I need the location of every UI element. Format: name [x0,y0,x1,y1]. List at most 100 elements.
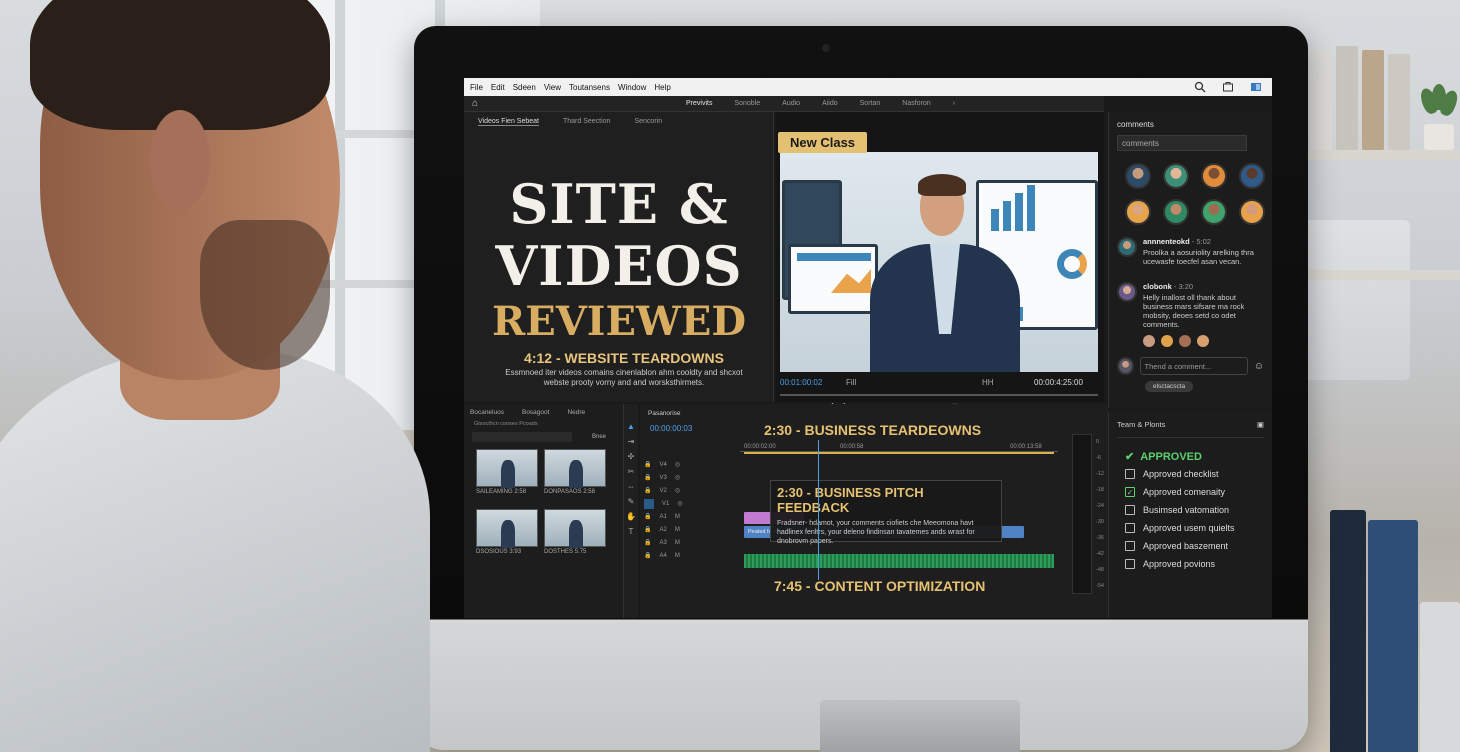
comment-item[interactable]: annnenteokd - 5:02 Proolka a aosuriolity… [1117,237,1264,266]
menu-file[interactable]: File [470,83,483,92]
workspace-tab[interactable]: Sonoble [734,100,760,107]
ripple-edit-icon[interactable]: ✣ [628,452,635,461]
sequence-timecode[interactable]: 00:00:00:03 [650,424,692,433]
project-tab[interactable]: Bocaneluos [470,409,504,416]
quality-dropdown[interactable]: HH [982,378,994,387]
workspace-icon[interactable] [1250,81,1262,93]
playback-scrubber[interactable] [780,394,1098,396]
workspace-tab[interactable]: Nasforon [902,100,930,107]
avatar[interactable] [1163,163,1189,189]
clip-thumbnail[interactable]: DSOSIOUS 3:93 [476,509,538,555]
comment-time: - 5:02 [1191,237,1211,246]
menu-view[interactable]: View [544,83,561,92]
editor-screen: File Edit Sdeen View Toutansens Window H… [464,78,1272,618]
approval-checkbox[interactable]: Approved povions [1125,559,1264,569]
approval-panel: Team & Plonts ▣ ✔ APPROVED Approved chec… [1108,412,1272,618]
workspace-toolbar: ⌂ Previvits Sonoble Audio Aiido Sortan N… [464,96,1104,112]
duration-timecode: 00:00:4:25:00 [1034,378,1083,387]
clip-thumbnail[interactable]: SAILEAMING 2:58 [476,449,538,495]
clip-thumbnail[interactable]: DOSTHES 5:75 [544,509,606,555]
home-icon[interactable]: ⌂ [464,98,486,109]
comment-input[interactable]: Thend a comment... [1139,357,1248,375]
comments-panel: comments comments annnenteokd - 5:02 Pro… [1108,112,1272,408]
selection-tool-icon[interactable]: ▲ [627,422,635,431]
menu-bar: File Edit Sdeen View Toutansens Window H… [464,78,1272,96]
slip-tool-icon[interactable]: ⇔ [627,482,635,491]
razor-tool-icon[interactable]: ✂ [628,467,635,476]
time-ruler[interactable]: 00:00:02:00 00:00:58 00:00:13:58 [740,444,1058,452]
promo-title-line1: SITE & [509,172,729,236]
avatar[interactable] [1201,163,1227,189]
menu-sequence[interactable]: Sdeen [513,83,536,92]
sequence-tab[interactable]: Pasanorise [648,410,681,417]
approval-checkbox[interactable]: Busimsed vatomation [1125,505,1264,515]
project-panel: Bocaneluos Bosagoot Nedre Gtsocthcn cons… [464,404,624,618]
audio-meter [1072,434,1092,594]
meter-scale: 0 -6 -12 -18 -24 -30 -36 -42 -48 -54 [1096,439,1104,589]
shelf [1305,150,1460,160]
avatar[interactable] [1125,199,1151,225]
avatar[interactable] [1163,199,1189,225]
chapter-marker[interactable]: 7:45 - CONTENT OPTIMIZATION [774,578,985,594]
feedback-marker-panel[interactable]: 2:30 - BUSINESS PITCH FEEDBACK Fradsner-… [770,480,1002,545]
workspace-tab[interactable]: Previvits [686,100,712,107]
work-area-bar[interactable] [744,452,1054,454]
project-tab[interactable]: Bosagoot [522,409,549,416]
source-tab[interactable]: Thard Seection [563,118,610,126]
workspace-tab[interactable]: Audio [782,100,800,107]
video-frame[interactable] [780,152,1098,372]
hand-tool-icon[interactable]: ✋ [626,512,636,521]
comment-text: Helly inallost oll thank about business … [1143,293,1245,329]
menu-transitions[interactable]: Toutansens [569,83,610,92]
project-tab[interactable]: Nedre [567,409,585,416]
comment-time: - 3:20 [1173,282,1194,291]
project-path: Gtsocthcn conses Pcoads [474,421,538,427]
list-view-button[interactable]: Bnee [592,434,606,440]
background-screen [1300,220,1410,380]
avatar[interactable] [1125,163,1151,189]
tag-chip[interactable]: elsctacscta [1145,381,1194,392]
menu-edit[interactable]: Edit [491,83,505,92]
avatar[interactable] [1239,163,1265,189]
track-select-icon[interactable]: ⇥ [628,437,635,446]
source-tab[interactable]: Videos Fien Sebeat [478,118,539,126]
menu-help[interactable]: Help [654,83,670,92]
reaction-avatars [1143,335,1264,347]
more-tabs-chevron-icon[interactable]: › [953,100,955,107]
menu-window[interactable]: Window [618,83,646,92]
approval-checkbox[interactable]: Approved checklist [1125,469,1264,479]
clip-thumbnail[interactable]: DONPASAOS 2:58 [544,449,606,495]
promo-title-line2: VIDEOS [495,234,743,298]
promo-description: Essmnoed iter videos comains cinenlablon… [505,368,743,387]
pen-tool-icon[interactable]: ✎ [628,497,635,506]
share-icon[interactable] [1222,81,1234,93]
type-tool-icon[interactable]: T [629,527,634,536]
panel-menu-icon[interactable]: ▣ [1257,420,1264,429]
audio-waveform[interactable] [744,554,1054,568]
book-stack [1330,510,1460,752]
comments-search-input[interactable]: comments [1117,135,1247,151]
emoji-icon[interactable]: ☺ [1254,361,1264,372]
track-headers: 🔒 V4 ◎ 🔒 V3 ◎ 🔒 V2 ◎ V1 ◎ 🔒 A1 M 🔒 A2 M 🔒 A3 M 🔒 A4 M [644,461,683,559]
avatar [1117,237,1137,257]
search-icon[interactable] [1194,81,1206,93]
fit-dropdown[interactable]: Fill [846,378,856,387]
approval-checkbox[interactable]: Approved usem quielts [1125,523,1264,533]
chapter-marker[interactable]: 2:30 - BUSINESS TEARDEOWNS [764,422,981,438]
promo-title-line3: REVIEWED [491,298,747,345]
avatar[interactable] [1239,199,1265,225]
approval-checkbox[interactable]: Approved baszement [1125,541,1264,551]
timeline-panel: Pasanorise 00:00:00:03 00:00:02:00 00:00… [640,404,1108,618]
workspace-tab[interactable]: Aiido [822,100,838,107]
approval-header: Team & Plonts [1117,420,1166,429]
project-search-input[interactable] [472,432,572,442]
avatar[interactable] [1201,199,1227,225]
avatar [1117,282,1137,302]
workspace-tab[interactable]: Sortan [860,100,881,107]
comment-item[interactable]: clobonk - 3:20 Helly inallost oll thank … [1117,282,1264,329]
approval-checkbox[interactable]: ✓ Approved comenaity [1125,487,1264,497]
source-tab[interactable]: Sencorin [634,118,662,126]
monitor-stand [820,700,1020,752]
promo-subtitle: 4:12 - WEBSITE TEARDOWNS [524,350,724,366]
playhead[interactable] [818,440,819,580]
